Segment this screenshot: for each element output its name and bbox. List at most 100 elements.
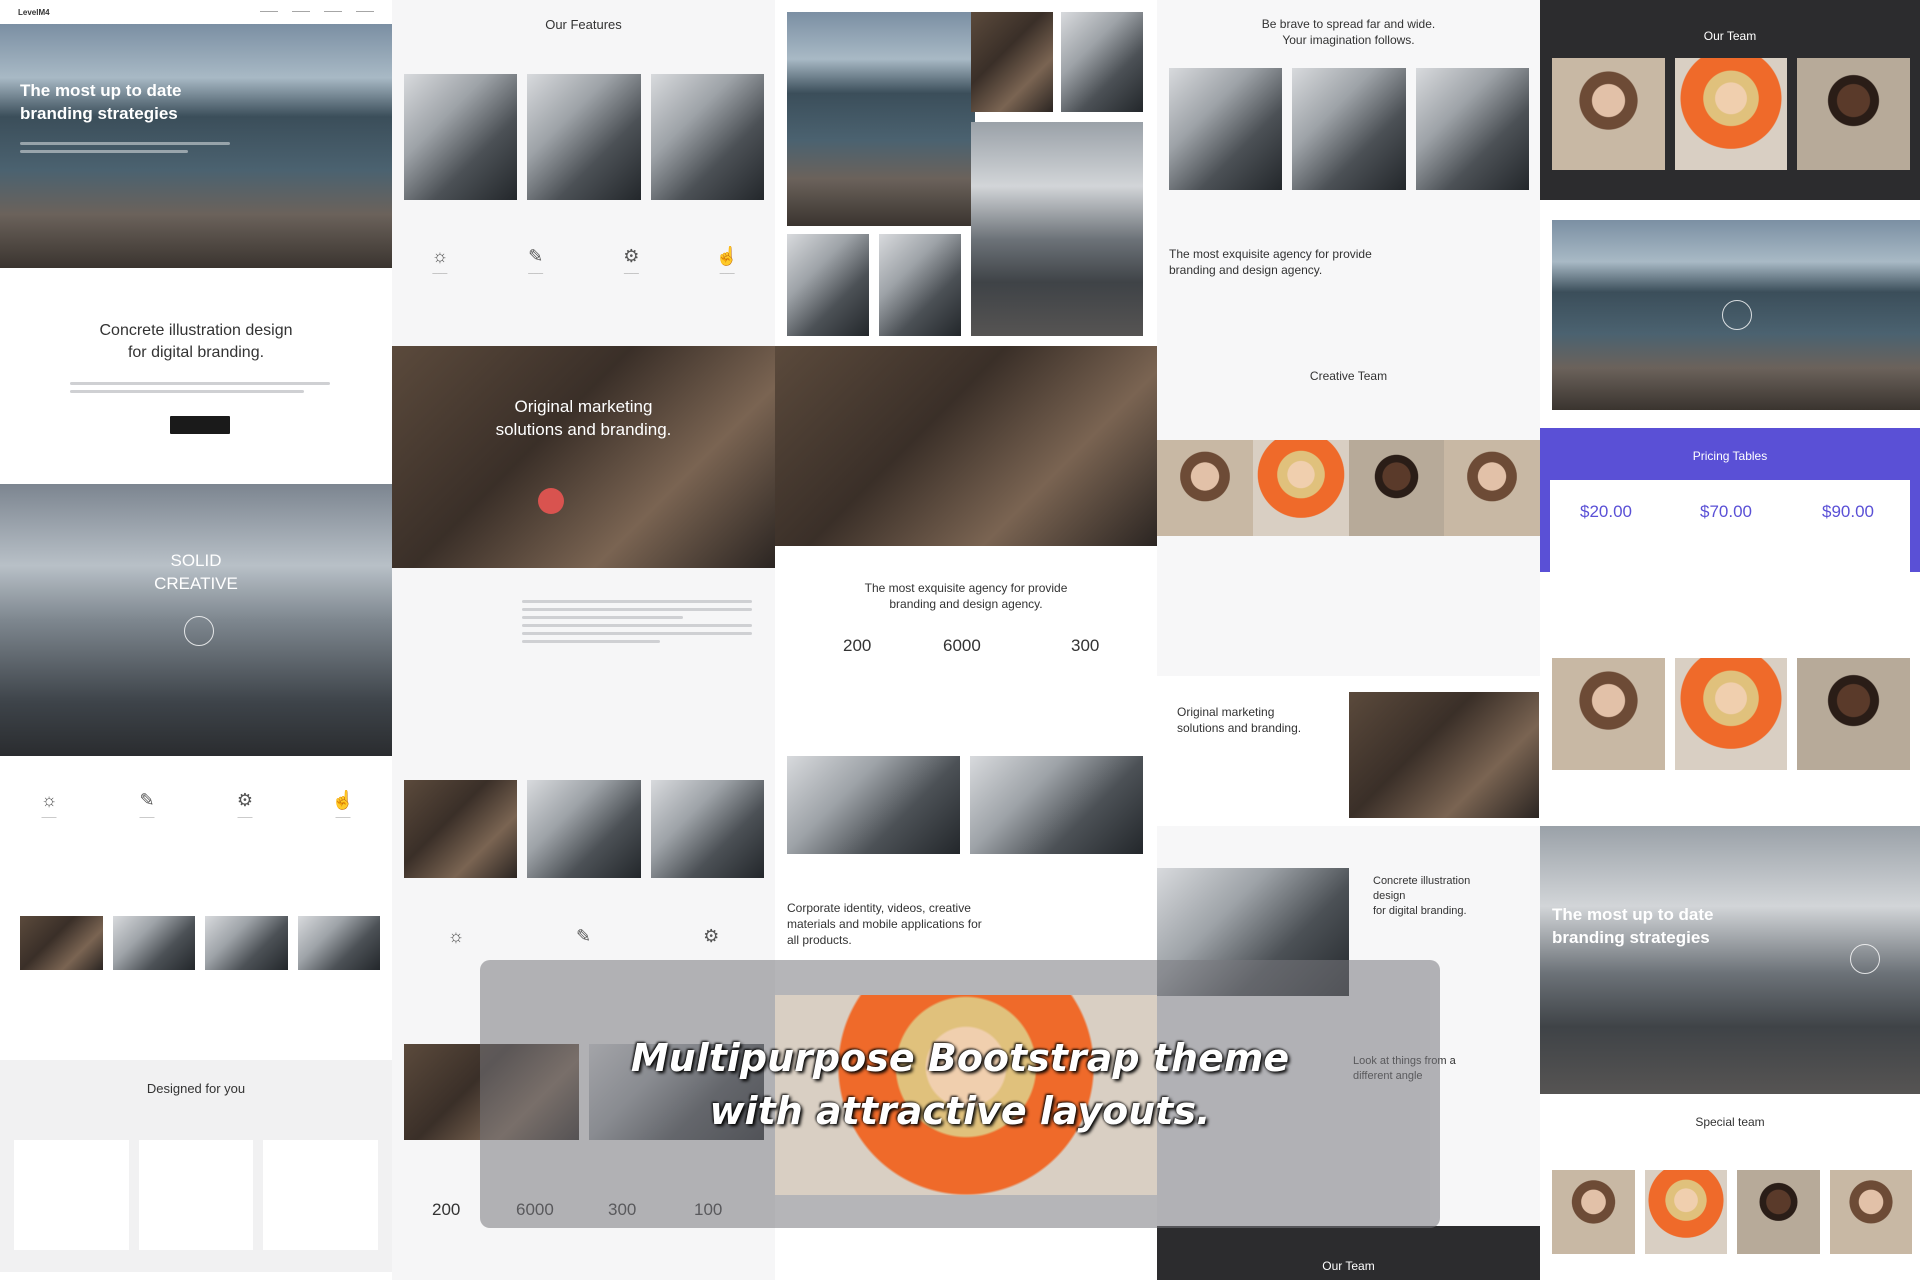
hero-title: The most up to date branding strategies [20,81,182,123]
brave-title: Be brave to spread far and wide. Your im… [1261,17,1436,48]
special-team-title: Special team [1695,1115,1765,1129]
stat-value: 200 [432,1200,461,1219]
designed-section: Designed for you [0,1060,392,1272]
blog-thumb[interactable] [205,916,288,970]
nav-link[interactable]: ——— [292,9,310,15]
team-photo[interactable] [1348,440,1445,536]
play-icon[interactable] [1722,300,1752,330]
bulb-icon: ☼ ——— [40,790,58,821]
portfolio-image[interactable] [650,780,764,878]
feature-icons: ☼ ——— ✎ ——— ⚙ ——— ☝ ——— [392,246,775,277]
team-photo[interactable] [1252,440,1349,536]
team-photo[interactable] [1737,1170,1820,1254]
grid-image [971,12,1053,112]
solid-creative-title: SOLID CREATIVE [154,551,238,593]
team-photo[interactable] [1552,1170,1635,1254]
team-photo[interactable] [1829,1170,1912,1254]
features-title: Our Features [545,17,622,32]
team-photo[interactable] [1552,58,1665,170]
gear-icon: ⚙ [703,926,720,946]
nav-link[interactable]: ——— [324,9,342,15]
pricing-title: Pricing Tables [1692,449,1768,463]
feature-card[interactable] [263,1140,379,1250]
team-photos [1552,658,1911,770]
blog-thumb[interactable] [297,916,380,970]
mountain-image: SOLID CREATIVE [0,484,392,756]
play-icon[interactable] [1850,944,1880,974]
feature-image[interactable] [527,74,641,200]
designed-cards [14,1140,379,1250]
portfolio-image[interactable] [527,780,641,878]
marketing-image [1349,692,1539,818]
feature-card[interactable] [14,1140,129,1250]
team-photo[interactable] [1674,58,1788,170]
marketing-title: Original marketing solutions and brandin… [495,397,672,439]
stat-value: 200 [843,636,872,655]
edit-icon: ✎ ——— [528,246,544,277]
section-title: Concrete illustration design for digital… [99,322,293,361]
team-photo[interactable] [1674,658,1788,770]
banner-line: with attractive layouts. [709,1089,1211,1134]
stat-value: 300 [1071,636,1100,655]
hero-text [20,142,230,158]
edit-icon: ✎ ——— [139,790,155,821]
team-photo[interactable] [1444,440,1540,536]
team-photo[interactable] [1157,440,1253,536]
theme-collage: LevelM4 ——— ——— ——— ——— The most up to d… [0,0,1920,1280]
grid-image [1061,12,1143,112]
team-photo[interactable] [1797,658,1911,770]
gear-icon: ⚙ ——— [236,790,254,821]
feature-icons-2: ☼ ✎ ⚙ [392,926,775,947]
portfolio-image[interactable] [787,756,960,854]
feature-icons: ☼ ——— ✎ ——— ⚙ ——— ☝ ——— [0,790,392,821]
feature-image[interactable] [404,74,518,200]
team-section: Our Team [1157,1226,1540,1280]
agency-title: The most exquisite agency for provide br… [1169,247,1372,278]
top-nav: LevelM4 ——— ——— ——— ——— [0,0,392,24]
agency-title: The most exquisite agency for provide br… [864,581,1068,612]
play-icon[interactable] [538,488,564,514]
designed-title: Designed for you [146,1081,246,1096]
feature-image[interactable] [1169,68,1283,190]
banner-line: Multipurpose Bootstrap theme [630,1036,1290,1080]
concrete-title: Concrete illustration design for digital… [1373,875,1471,917]
grid-image [879,234,961,336]
services-list [522,600,752,648]
team-section: Our Team [1540,0,1920,200]
team-photo[interactable] [1644,1170,1727,1254]
blog-thumb[interactable] [112,916,195,970]
brand-logo[interactable]: LevelM4 [18,8,50,17]
portfolio-image[interactable] [404,780,518,878]
nav-link[interactable]: ——— [260,9,278,15]
price-value: $70.00 [1700,502,1752,521]
our-team-title: Our Team [1322,1259,1375,1273]
get-started-button[interactable] [170,416,230,434]
price-value: $90.00 [1822,502,1874,521]
video-image [1552,220,1920,410]
pricing-section: Pricing Tables $20.00 $70.00 $90.00 [1540,428,1920,572]
meeting-image [775,346,1157,546]
price-value: $20.00 [1580,502,1632,521]
feature-image[interactable] [1292,68,1406,190]
feature-image[interactable] [1415,68,1529,190]
feature-card[interactable] [138,1140,254,1250]
pricing-cards: $20.00 $70.00 $90.00 [1550,480,1910,572]
feature-images [1169,68,1529,190]
our-team-title: Our Team [1703,29,1757,43]
team-photo[interactable] [1797,58,1911,170]
nav-link[interactable]: ——— [356,9,374,15]
team-photo[interactable] [1552,658,1665,770]
hero-title: The most up to date branding strategies [1552,905,1714,947]
feature-image[interactable] [650,74,764,200]
portfolio-images [404,780,764,878]
creative-team-title: Creative Team [1309,369,1388,383]
play-icon[interactable] [184,616,214,646]
hand-icon: ☝ ——— [715,246,739,277]
hand-icon: ☝ ——— [331,790,355,821]
blog-thumbs [20,916,380,970]
gear-icon: ⚙ ——— [623,246,640,277]
blog-thumb[interactable] [20,916,103,970]
portfolio-images [787,756,1143,854]
portfolio-image[interactable] [970,756,1143,854]
bulb-icon: ☼ [447,926,465,946]
